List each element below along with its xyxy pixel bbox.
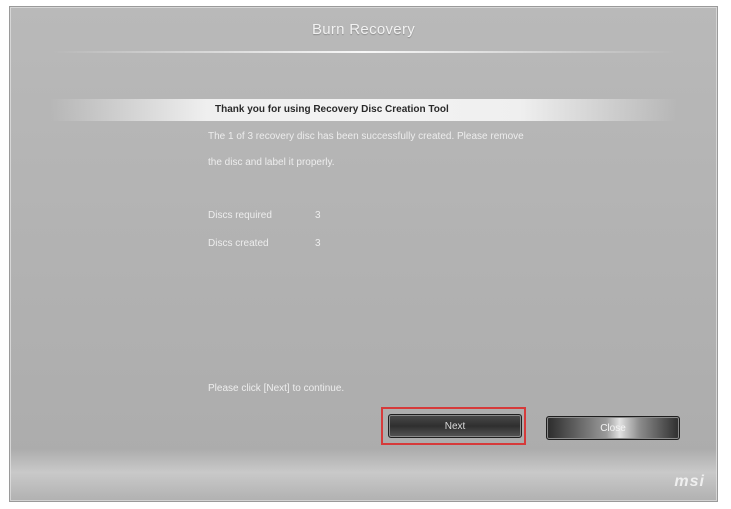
stat-value-created: 3	[315, 238, 321, 249]
message-line-1: The 1 of 3 recovery disc has been succes…	[208, 131, 524, 142]
message-line-2: the disc and label it properly.	[208, 157, 335, 168]
continue-instruction: Please click [Next] to continue.	[208, 383, 345, 394]
title-bar: Burn Recovery	[10, 7, 717, 53]
stat-label-created: Discs created	[208, 238, 269, 249]
stat-value-required: 3	[315, 210, 321, 221]
title-divider	[50, 51, 677, 53]
burn-recovery-window: Burn Recovery Thank you for using Recove…	[9, 6, 718, 502]
msi-logo: msi	[674, 473, 705, 490]
close-button[interactable]: Close	[546, 416, 680, 440]
content-header: Thank you for using Recovery Disc Creati…	[215, 104, 449, 115]
next-button[interactable]: Next	[388, 414, 522, 438]
stat-label-required: Discs required	[208, 210, 272, 221]
window-title: Burn Recovery	[311, 21, 416, 38]
bottom-band	[10, 449, 717, 501]
